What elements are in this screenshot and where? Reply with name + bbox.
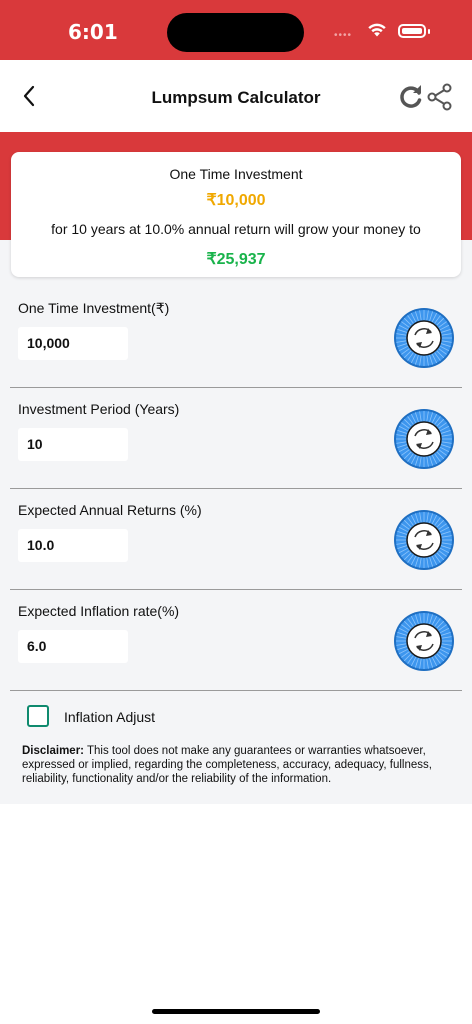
period-field: Investment Period (Years) 10 [0, 401, 472, 501]
disclaimer-text: This tool does not make any guarantees o… [22, 745, 432, 785]
inflation-adjust-label: Inflation Adjust [64, 709, 156, 725]
inflation-input[interactable]: 6.0 [18, 630, 128, 663]
investment-field: One Time Investment(₹) 10,000 [0, 300, 472, 400]
battery-icon [398, 24, 426, 38]
signal-dots: •••• [334, 30, 353, 41]
disclaimer: Disclaimer: This tool does not make any … [22, 744, 452, 786]
period-input[interactable]: 10 [18, 428, 128, 461]
summary-amount: ₹10,000 [206, 192, 266, 209]
investment-input[interactable]: 10,000 [18, 327, 128, 360]
battery-cap [428, 29, 430, 34]
divider [10, 387, 462, 388]
refresh-icon[interactable] [398, 84, 424, 110]
returns-field: Expected Annual Returns (%) 10.0 [0, 502, 472, 602]
inflation-label: Expected Inflation rate(%) [18, 603, 180, 619]
home-indicator [152, 1009, 320, 1014]
period-label: Investment Period (Years) [18, 401, 180, 417]
share-icon[interactable] [427, 83, 453, 111]
summary-description: for 10 years at 10.0% annual return will… [51, 221, 421, 237]
returns-label: Expected Annual Returns (%) [18, 502, 202, 518]
returns-input[interactable]: 10.0 [18, 529, 128, 562]
summary-title: One Time Investment [169, 166, 303, 182]
dial-refresh-icon[interactable] [393, 509, 455, 571]
status-bar: 6:01 •••• [0, 0, 472, 60]
investment-label: One Time Investment(₹) [18, 300, 170, 316]
inflation-field: Expected Inflation rate(%) 6.0 [0, 603, 472, 703]
disclaimer-heading: Disclaimer: [22, 745, 85, 757]
summary-card: One Time Investment ₹10,000 for 10 years… [11, 152, 461, 277]
dial-refresh-icon[interactable] [393, 610, 455, 672]
divider [10, 488, 462, 489]
dial-refresh-icon[interactable] [393, 408, 455, 470]
wifi-icon [368, 23, 386, 37]
summary-result: ₹25,937 [206, 251, 266, 268]
divider [10, 589, 462, 590]
nav-bar: Lumpsum Calculator [0, 60, 472, 132]
divider [10, 690, 462, 691]
dynamic-island [167, 13, 304, 52]
inflation-adjust-checkbox[interactable] [27, 705, 49, 727]
status-time: 6:01 [68, 20, 118, 44]
dial-refresh-icon[interactable] [393, 307, 455, 369]
